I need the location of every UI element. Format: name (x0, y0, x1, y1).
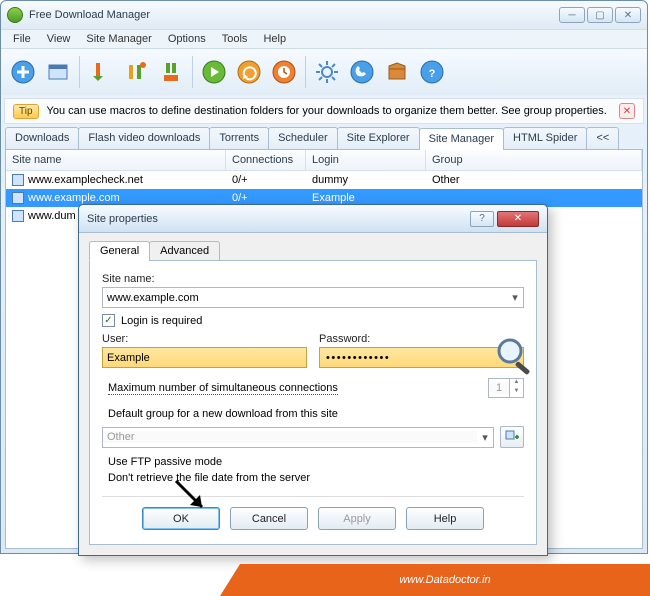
start-button[interactable] (85, 56, 117, 88)
tip-bar: Tip You can use macros to define destina… (4, 98, 644, 124)
main-tabs: Downloads Flash video downloads Torrents… (1, 127, 647, 149)
apply-button[interactable]: Apply (318, 507, 396, 530)
spin-up-icon[interactable]: ▲ (509, 379, 523, 388)
menu-view[interactable]: View (41, 31, 77, 47)
tip-text: You can use macros to define destination… (47, 105, 607, 117)
tab-sitemanager[interactable]: Site Manager (419, 128, 504, 150)
pause-button[interactable] (120, 56, 152, 88)
maxconn-checkbox[interactable]: Maximum number of simultaneous connectio… (102, 378, 524, 398)
tab-siteexplorer[interactable]: Site Explorer (337, 127, 420, 149)
dial-button[interactable] (346, 56, 378, 88)
menu-options[interactable]: Options (162, 31, 212, 47)
schedule-button[interactable] (268, 56, 300, 88)
tab-scheduler[interactable]: Scheduler (268, 127, 338, 149)
menu-sitemanager[interactable]: Site Manager (80, 31, 157, 47)
toolbar: ? (1, 49, 647, 95)
sitename-combo[interactable]: ▾ (102, 287, 524, 308)
chevron-down-icon[interactable]: ▾ (507, 291, 523, 304)
tab-downloads[interactable]: Downloads (5, 127, 79, 149)
tab-torrents[interactable]: Torrents (209, 127, 269, 149)
user-input[interactable]: Example (102, 347, 307, 368)
dialog-close-button[interactable]: ✕ (497, 211, 539, 227)
svg-text:?: ? (429, 68, 436, 80)
defgroup-checkbox[interactable]: Default group for a new download from th… (102, 408, 524, 420)
chevron-down-icon[interactable]: ▾ (477, 431, 493, 444)
col-conn[interactable]: Connections (226, 150, 306, 170)
batch-button[interactable] (42, 56, 74, 88)
history-button[interactable] (381, 56, 413, 88)
sitename-label: Site name: (102, 273, 524, 285)
col-login[interactable]: Login (306, 150, 426, 170)
dialog-title: Site properties (87, 213, 158, 225)
sitename-input[interactable] (103, 292, 507, 304)
login-required-checkbox[interactable]: ✓ Login is required (102, 314, 524, 327)
menu-tools[interactable]: Tools (216, 31, 254, 47)
user-label: User: (102, 333, 307, 345)
tab-htmlspider[interactable]: HTML Spider (503, 127, 587, 149)
play-button[interactable] (198, 56, 230, 88)
site-properties-dialog: Site properties ? ✕ General Advanced Sit… (78, 204, 548, 556)
dialog-help-footer-button[interactable]: Help (406, 507, 484, 530)
titlebar: Free Download Manager ─ ▢ ✕ (1, 1, 647, 29)
ftp-passive-checkbox[interactable]: Use FTP passive mode (102, 456, 524, 468)
table-row[interactable]: www.examplecheck.net 0/+ dummy Other (6, 171, 642, 189)
dialog-help-button[interactable]: ? (470, 211, 494, 227)
tab-more[interactable]: << (586, 127, 619, 149)
close-button[interactable]: ✕ (615, 7, 641, 23)
window-title: Free Download Manager (29, 9, 150, 21)
col-group[interactable]: Group (426, 150, 642, 170)
maxconn-spinner[interactable]: ▲▼ (488, 378, 524, 398)
stop-button[interactable] (155, 56, 187, 88)
tip-close-button[interactable]: ✕ (619, 103, 635, 119)
tab-flash[interactable]: Flash video downloads (78, 127, 210, 149)
add-download-button[interactable] (7, 56, 39, 88)
site-icon (12, 174, 24, 186)
dialog-tab-advanced[interactable]: Advanced (149, 241, 220, 261)
nodate-checkbox[interactable]: Don't retrieve the file date from the se… (102, 472, 524, 484)
watermark: www.Datadoctor.in (240, 564, 650, 596)
menu-help[interactable]: Help (257, 31, 292, 47)
site-icon (12, 192, 24, 204)
group-combo[interactable]: ▾ (102, 427, 494, 448)
help-button[interactable]: ? (416, 56, 448, 88)
checkbox-icon: ✓ (102, 314, 115, 327)
maximize-button[interactable]: ▢ (587, 7, 613, 23)
menubar: File View Site Manager Options Tools Hel… (1, 29, 647, 49)
minimize-button[interactable]: ─ (559, 7, 585, 23)
password-label: Password: (319, 333, 524, 345)
password-input[interactable]: •••••••••••• (319, 347, 524, 368)
restart-button[interactable] (233, 56, 265, 88)
tip-badge: Tip (13, 104, 39, 119)
menu-file[interactable]: File (7, 31, 37, 47)
settings-button[interactable] (311, 56, 343, 88)
spin-down-icon[interactable]: ▼ (509, 388, 523, 397)
add-group-button[interactable] (500, 426, 524, 448)
app-icon (7, 7, 23, 23)
cancel-button[interactable]: Cancel (230, 507, 308, 530)
arrow-annotation-icon (170, 475, 214, 519)
dialog-tab-general[interactable]: General (89, 241, 150, 261)
site-icon (12, 210, 24, 222)
col-site[interactable]: Site name (6, 150, 226, 170)
